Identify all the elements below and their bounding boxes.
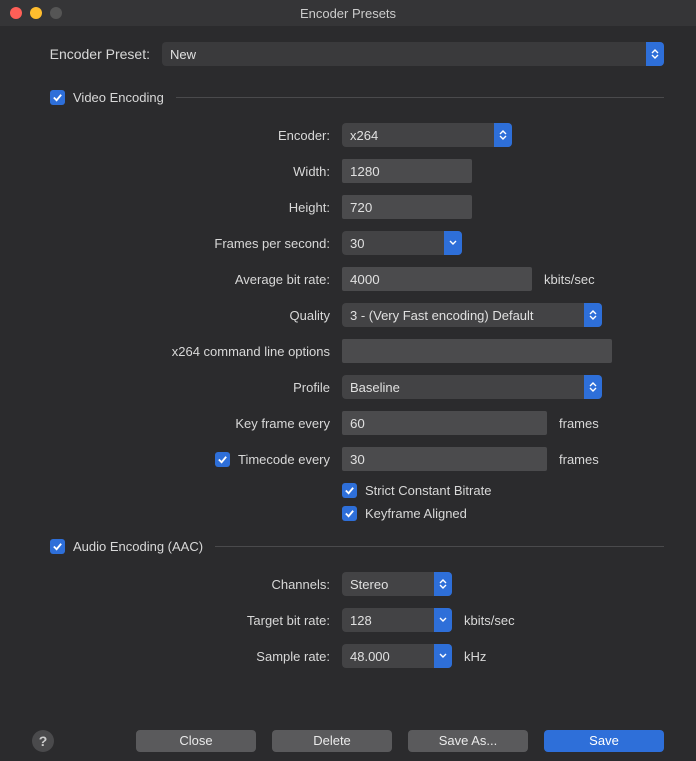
timecode-suffix: frames — [559, 452, 599, 467]
height-input[interactable] — [342, 195, 472, 219]
abr-suffix: kbits/sec — [544, 272, 595, 287]
chevron-down-icon — [444, 231, 462, 255]
help-button[interactable]: ? — [32, 730, 54, 752]
updown-icon — [584, 303, 602, 327]
encoder-select[interactable]: x264 — [342, 123, 512, 147]
channels-label: Channels: — [32, 577, 342, 592]
encoder-preset-label: Encoder Preset: — [32, 46, 162, 62]
profile-select[interactable]: Baseline — [342, 375, 602, 399]
titlebar: Encoder Presets — [0, 0, 696, 26]
fps-label: Frames per second: — [32, 236, 342, 251]
sr-value: 48.000 — [350, 649, 390, 664]
channels-select[interactable]: Stereo — [342, 572, 452, 596]
divider — [215, 546, 664, 547]
encoder-value: x264 — [350, 128, 378, 143]
quality-select[interactable]: 3 - (Very Fast encoding) Default — [342, 303, 602, 327]
cmdline-input[interactable] — [342, 339, 612, 363]
quality-label: Quality — [32, 308, 342, 323]
sr-suffix: kHz — [464, 649, 486, 664]
fps-combo[interactable]: 30 — [342, 231, 462, 255]
tbr-combo[interactable]: 128 — [342, 608, 452, 632]
profile-label: Profile — [32, 380, 342, 395]
chevron-down-icon — [434, 644, 452, 668]
height-label: Height: — [32, 200, 342, 215]
quality-value: 3 - (Very Fast encoding) Default — [350, 308, 534, 323]
kfa-label: Keyframe Aligned — [365, 506, 467, 521]
channels-value: Stereo — [350, 577, 388, 592]
width-input[interactable] — [342, 159, 472, 183]
delete-button[interactable]: Delete — [272, 730, 392, 752]
abr-label: Average bit rate: — [32, 272, 342, 287]
close-button[interactable]: Close — [136, 730, 256, 752]
updown-icon — [646, 42, 664, 66]
audio-encoding-label: Audio Encoding (AAC) — [73, 539, 203, 554]
fps-value: 30 — [350, 236, 364, 251]
chevron-down-icon — [434, 608, 452, 632]
width-label: Width: — [32, 164, 342, 179]
tbr-suffix: kbits/sec — [464, 613, 515, 628]
scbr-label: Strict Constant Bitrate — [365, 483, 491, 498]
timecode-checkbox[interactable] — [215, 452, 230, 467]
abr-input[interactable] — [342, 267, 532, 291]
updown-icon — [584, 375, 602, 399]
scbr-checkbox[interactable] — [342, 483, 357, 498]
encoder-preset-value: New — [170, 47, 196, 62]
video-encoding-checkbox[interactable] — [50, 90, 65, 105]
divider — [176, 97, 664, 98]
timecode-label: Timecode every — [238, 452, 330, 467]
updown-icon — [434, 572, 452, 596]
tbr-label: Target bit rate: — [32, 613, 342, 628]
timecode-input[interactable] — [342, 447, 547, 471]
window-title: Encoder Presets — [0, 6, 696, 21]
encoder-label: Encoder: — [32, 128, 342, 143]
tbr-value: 128 — [350, 613, 372, 628]
keyframe-input[interactable] — [342, 411, 547, 435]
updown-icon — [494, 123, 512, 147]
keyframe-label: Key frame every — [32, 416, 342, 431]
encoder-preset-select[interactable]: New — [162, 42, 664, 66]
kfa-checkbox[interactable] — [342, 506, 357, 521]
profile-value: Baseline — [350, 380, 400, 395]
keyframe-suffix: frames — [559, 416, 599, 431]
sr-combo[interactable]: 48.000 — [342, 644, 452, 668]
save-button[interactable]: Save — [544, 730, 664, 752]
audio-encoding-checkbox[interactable] — [50, 539, 65, 554]
saveas-button[interactable]: Save As... — [408, 730, 528, 752]
cmdline-label: x264 command line options — [32, 344, 342, 359]
sr-label: Sample rate: — [32, 649, 342, 664]
video-encoding-label: Video Encoding — [73, 90, 164, 105]
